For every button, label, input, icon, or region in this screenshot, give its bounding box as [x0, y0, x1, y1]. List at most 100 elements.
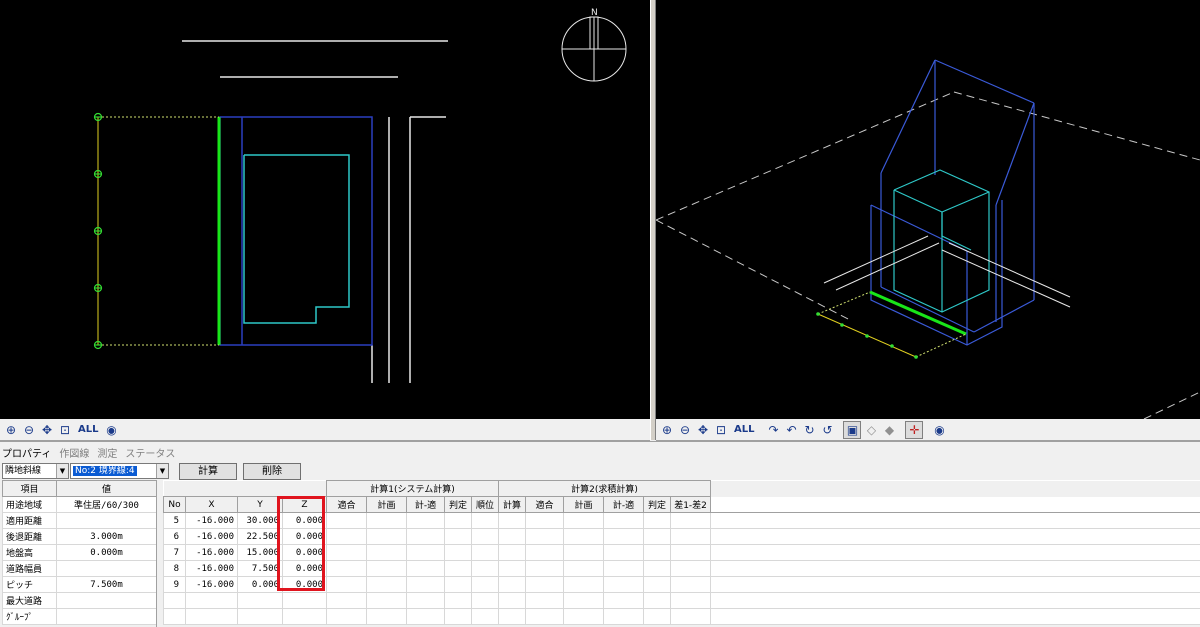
zoom-in-icon[interactable]: ⊕ — [659, 422, 675, 438]
cell-y[interactable]: 0.000 — [238, 577, 283, 593]
col-header-plan[interactable]: 計画 — [367, 497, 407, 513]
calc-button[interactable]: 計算 — [179, 463, 237, 480]
compass-north-label: N — [591, 8, 598, 18]
wireframe-icon[interactable]: ▣ — [843, 421, 861, 439]
zoom-all-button[interactable]: ALL — [731, 422, 757, 438]
cell-no: 5 — [164, 513, 186, 529]
col-header-judge[interactable]: 判定 — [445, 497, 472, 513]
property-value[interactable] — [57, 513, 157, 529]
property-value[interactable] — [57, 593, 157, 609]
hidden-line-icon[interactable]: ◇ — [863, 422, 879, 438]
property-label: ピッチ — [3, 577, 57, 593]
property-row[interactable]: 道路幅員 — [3, 561, 157, 577]
zoom-window-icon[interactable]: ⊡ — [57, 422, 73, 438]
table-row[interactable]: 5 -16.000 30.000 0.000 — [164, 513, 1200, 529]
tab-construction-lines[interactable]: 作図線 — [59, 445, 89, 460]
col-header-delta[interactable]: 差1-差2 — [671, 497, 711, 513]
col-header-y[interactable]: Y — [238, 497, 283, 513]
property-value[interactable] — [57, 561, 157, 577]
selected-boundary-3d[interactable] — [870, 292, 966, 334]
col-header-judge2[interactable]: 判定 — [644, 497, 671, 513]
eye-icon[interactable]: ◉ — [931, 422, 947, 438]
eye-icon[interactable]: ◉ — [103, 422, 119, 438]
rotate-right-icon[interactable]: ↶ — [783, 422, 799, 438]
zoom-all-button[interactable]: ALL — [75, 422, 101, 438]
tab-properties[interactable]: プロパティ — [2, 445, 51, 460]
table-row[interactable]: 7 -16.000 15.000 0.000 — [164, 545, 1200, 561]
table-row[interactable]: 9 -16.000 0.000 0.000 — [164, 577, 1200, 593]
property-value[interactable]: 3.000m — [57, 529, 157, 545]
col-header-no[interactable]: No — [164, 497, 186, 513]
3d-view-canvas[interactable] — [656, 0, 1200, 419]
plan-view-canvas[interactable]: N — [0, 0, 650, 419]
boundary-value: No:2 境界線:4 — [73, 466, 137, 476]
cell-x[interactable]: -16.000 — [186, 577, 238, 593]
zoom-in-icon[interactable]: ⊕ — [3, 422, 19, 438]
orbit-icon[interactable]: ✛ — [905, 421, 923, 439]
col-header-calc[interactable]: 計算 — [499, 497, 526, 513]
slant-type-value: 隣地斜線 — [5, 466, 41, 476]
delete-button[interactable]: 削除 — [243, 463, 301, 480]
property-row[interactable]: ピッチ7.500m — [3, 577, 157, 593]
cell-x[interactable]: -16.000 — [186, 545, 238, 561]
table-row[interactable]: 8 -16.000 7.500 0.000 — [164, 561, 1200, 577]
rotate-up-icon[interactable]: ↻ — [801, 422, 817, 438]
tab-measure[interactable]: 測定 — [97, 445, 117, 460]
property-row[interactable]: 後退距離3.000m — [3, 529, 157, 545]
col-header-z[interactable]: Z — [283, 497, 327, 513]
col-header-diff2[interactable]: 計-適 — [604, 497, 644, 513]
cell-y[interactable]: 22.500 — [238, 529, 283, 545]
rotate-left-icon[interactable]: ↷ — [765, 422, 781, 438]
plan-view-viewport[interactable]: N — [0, 0, 650, 419]
property-row[interactable]: 最大道路 — [3, 593, 157, 609]
col-header-plan2[interactable]: 計画 — [564, 497, 604, 513]
property-label: 道路幅員 — [3, 561, 57, 577]
col-header-fit[interactable]: 適合 — [327, 497, 367, 513]
cell-z[interactable]: 0.000 — [283, 529, 327, 545]
property-value[interactable]: 7.500m — [57, 577, 157, 593]
plan-view-toolbar: ⊕ ⊖ ✥ ⊡ ALL ◉ — [0, 419, 650, 441]
property-row[interactable]: 適用距離 — [3, 513, 157, 529]
col-header-rank[interactable]: 順位 — [472, 497, 499, 513]
cell-z[interactable]: 0.000 — [283, 561, 327, 577]
cell-y[interactable]: 7.500 — [238, 561, 283, 577]
table-row[interactable]: 6 -16.000 22.500 0.000 — [164, 529, 1200, 545]
point-grid: 計算1(システム計算) 計算2(求積計算) No X Y Z 適合 計画 計-適… — [163, 480, 1200, 625]
col-header-diff[interactable]: 計-適 — [407, 497, 445, 513]
property-label: 最大道路 — [3, 593, 57, 609]
property-header-value: 値 — [57, 481, 157, 497]
property-row[interactable]: 用途地域準住居/60/300 — [3, 497, 157, 513]
shaded-icon[interactable]: ◆ — [881, 422, 897, 438]
oblique-line-3d-b — [916, 334, 966, 357]
pan-icon[interactable]: ✥ — [39, 422, 55, 438]
3d-view-viewport[interactable] — [656, 0, 1200, 419]
property-scrollbar[interactable] — [156, 480, 163, 627]
property-row[interactable]: ｸﾞﾙｰﾌﾟ — [3, 609, 157, 625]
zoom-window-icon[interactable]: ⊡ — [713, 422, 729, 438]
tab-status[interactable]: ステータス — [125, 445, 175, 460]
cell-x[interactable]: -16.000 — [186, 513, 238, 529]
rotate-down-icon[interactable]: ↺ — [819, 422, 835, 438]
cell-x[interactable]: -16.000 — [186, 561, 238, 577]
chevron-down-icon[interactable]: ▼ — [156, 464, 168, 478]
col-header-fit2[interactable]: 適合 — [526, 497, 564, 513]
slant-type-select[interactable]: 隣地斜線 ▼ — [2, 463, 69, 479]
col-header-x[interactable]: X — [186, 497, 238, 513]
property-row[interactable]: 地盤高0.000m — [3, 545, 157, 561]
zoom-out-icon[interactable]: ⊖ — [677, 422, 693, 438]
property-value[interactable]: 0.000m — [57, 545, 157, 561]
cell-z[interactable]: 0.000 — [283, 545, 327, 561]
cell-x[interactable]: -16.000 — [186, 529, 238, 545]
chevron-down-icon[interactable]: ▼ — [56, 464, 68, 478]
cell-no: 7 — [164, 545, 186, 561]
property-value[interactable] — [57, 609, 157, 625]
property-label: 地盤高 — [3, 545, 57, 561]
cell-y[interactable]: 30.000 — [238, 513, 283, 529]
cell-z[interactable]: 0.000 — [283, 513, 327, 529]
boundary-select[interactable]: No:2 境界線:4 ▼ — [70, 463, 169, 479]
cell-y[interactable]: 15.000 — [238, 545, 283, 561]
property-value[interactable]: 準住居/60/300 — [57, 497, 157, 513]
cell-z[interactable]: 0.000 — [283, 577, 327, 593]
zoom-out-icon[interactable]: ⊖ — [21, 422, 37, 438]
pan-icon[interactable]: ✥ — [695, 422, 711, 438]
